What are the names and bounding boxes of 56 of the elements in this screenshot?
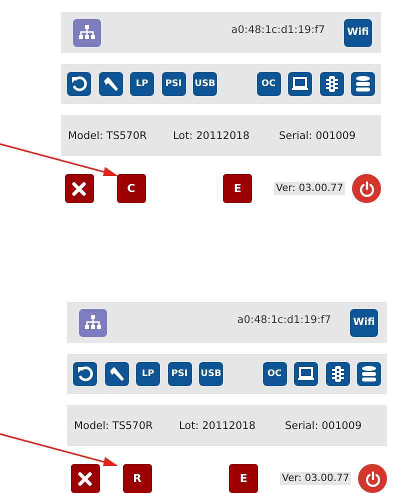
action-button[interactable]: E [229, 464, 258, 493]
wifi-button[interactable]: Wifi [350, 308, 378, 336]
info-text: Lot: 20112018 [173, 130, 251, 142]
toolbar-button[interactable]: LP [130, 72, 154, 96]
toolbar-button[interactable] [98, 72, 122, 96]
power-button[interactable] [352, 174, 382, 203]
close-button[interactable] [65, 174, 94, 203]
info-text: Model: TS570R [74, 420, 154, 432]
power-icon [358, 180, 375, 196]
toolbar-button[interactable]: PSI [168, 362, 192, 386]
action-button[interactable]: R [122, 464, 152, 493]
close-icon [72, 182, 86, 196]
toolbar-button[interactable]: OC [256, 72, 280, 96]
action-button[interactable]: C [116, 174, 146, 203]
network-icon [84, 314, 102, 330]
caliper-icon [102, 75, 120, 93]
toolbar-button[interactable]: LP [136, 362, 160, 386]
toolbar-button[interactable] [67, 72, 91, 96]
mac-address: a0:48:1c:d1:19:f7 [237, 314, 331, 326]
toolbar-button[interactable]: PSI [162, 72, 186, 96]
mac-address: a0:48:1c:d1:19:f7 [231, 24, 325, 36]
network-button[interactable] [73, 18, 101, 46]
toolbar-button[interactable]: USB [193, 72, 217, 96]
database-icon [355, 75, 371, 93]
network-icon [78, 24, 96, 40]
info-text: Serial: 001009 [279, 130, 356, 142]
toolbar-button[interactable] [294, 362, 318, 386]
network-button[interactable] [79, 308, 107, 336]
close-button[interactable] [71, 464, 100, 493]
caliper-icon [108, 365, 126, 383]
toolbar-button[interactable] [326, 362, 350, 386]
toolbar-button[interactable] [351, 72, 375, 96]
info-text: Model: TS570R [68, 130, 148, 142]
traffic-light-icon [332, 365, 344, 383]
toolbar-button[interactable] [104, 362, 128, 386]
traffic-light-icon [326, 75, 338, 93]
version-text: Ver: 03.00.77 [280, 472, 352, 485]
database-icon [361, 365, 377, 383]
toolbar-button[interactable] [288, 72, 312, 96]
power-button[interactable] [358, 464, 388, 493]
laptop-icon [297, 366, 315, 382]
version-text: Ver: 03.00.77 [274, 182, 346, 195]
info-text: Lot: 20112018 [179, 420, 257, 432]
close-icon [78, 472, 92, 486]
toolbar-button[interactable] [320, 72, 344, 96]
refresh-icon [77, 366, 93, 382]
laptop-icon [291, 76, 309, 92]
info-text: Serial: 001009 [285, 420, 362, 432]
toolbar-button[interactable] [357, 362, 381, 386]
toolbar-button[interactable]: USB [199, 362, 223, 386]
toolbar-button[interactable]: OC [262, 362, 286, 386]
wifi-button[interactable]: Wifi [344, 18, 372, 46]
action-button[interactable]: E [223, 174, 252, 203]
refresh-icon [71, 76, 87, 92]
toolbar-button[interactable] [73, 362, 97, 386]
power-icon [364, 470, 381, 486]
